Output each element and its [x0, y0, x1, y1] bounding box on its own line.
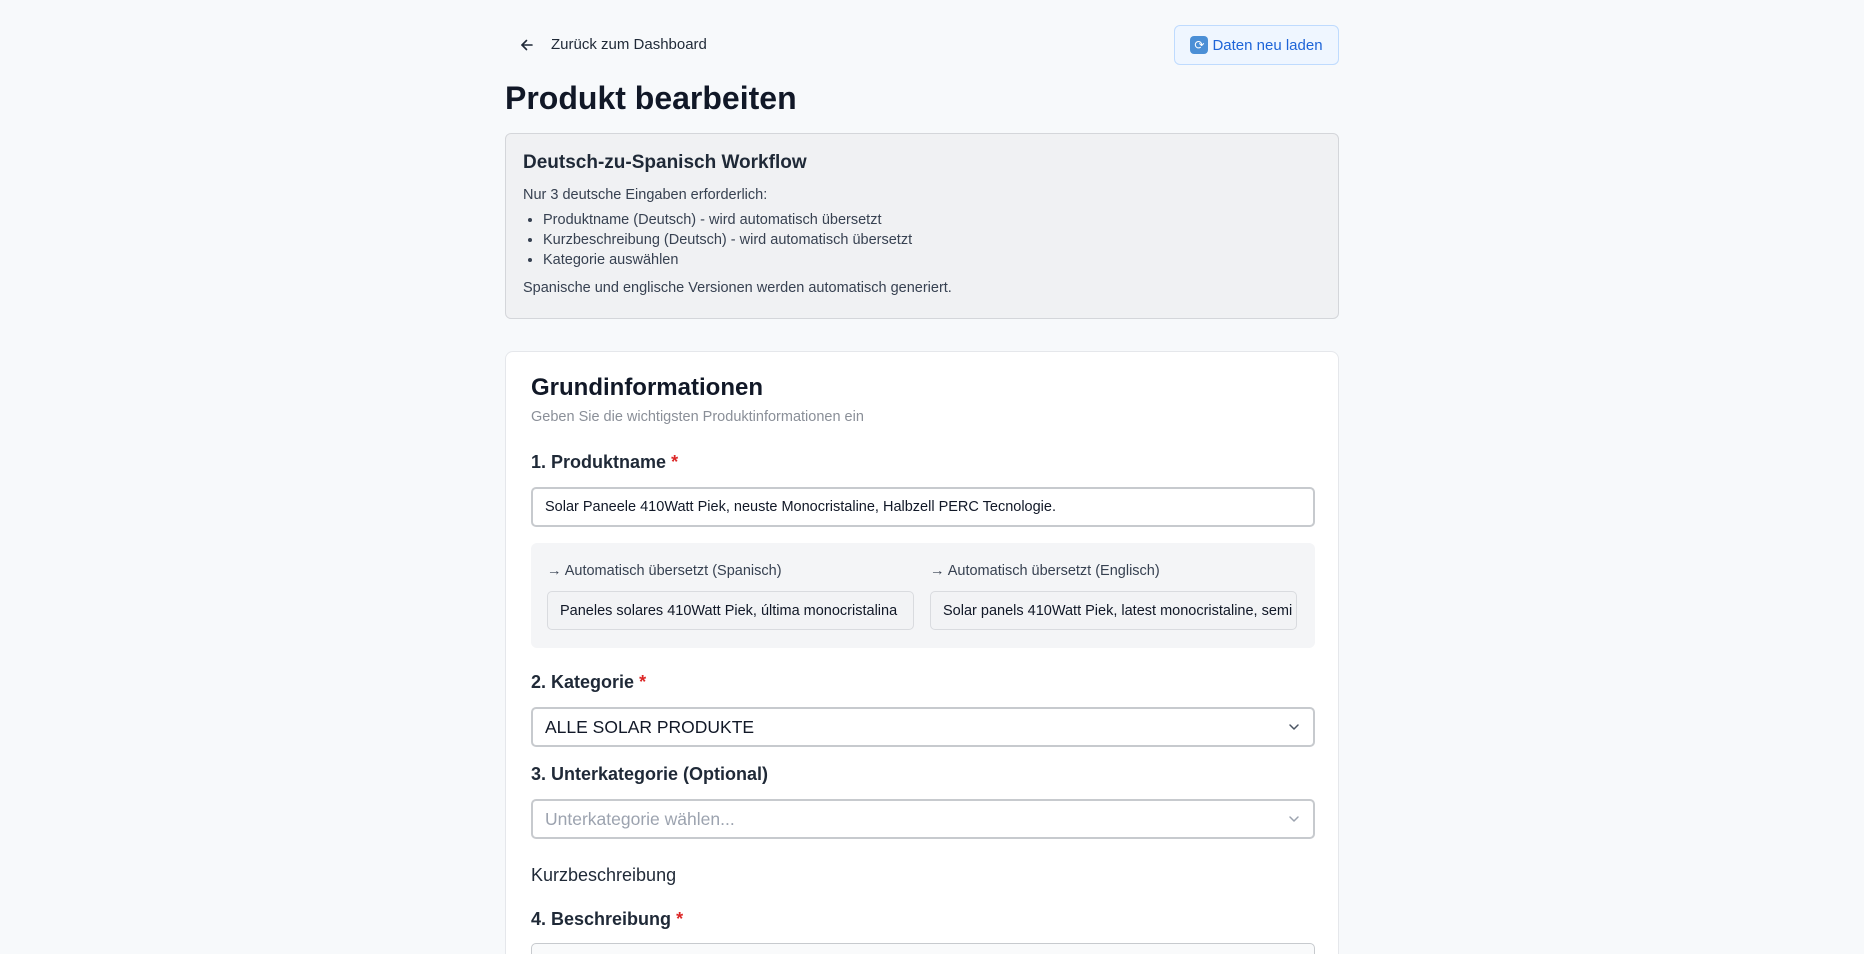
reload-data-button[interactable]: ⟳ Daten neu laden [1174, 25, 1339, 65]
english-translation-field[interactable]: Solar panels 410Watt Piek, latest monocr… [930, 591, 1297, 630]
spanish-translation-value: Paneles solares 410Watt Piek, última mon… [560, 602, 898, 619]
subcategory-select[interactable]: Unterkategorie wählen... [531, 799, 1315, 839]
subcategory-label: 3. Unterkategorie (Optional) [531, 764, 769, 784]
section-title: Grundinformationen [531, 374, 763, 401]
english-translation-value: Solar panels 410Watt Piek, latest monocr… [943, 602, 1293, 619]
description-editor-toolbar[interactable] [531, 943, 1315, 954]
workflow-list-item: Kurzbeschreibung (Deutsch) - wird automa… [543, 230, 1321, 250]
required-marker: * [671, 452, 679, 472]
top-bar: Zurück zum Dashboard ⟳ Daten neu laden [505, 0, 1339, 90]
page-title: Produkt bearbeiten [505, 80, 797, 116]
required-marker: * [639, 672, 647, 692]
product-name-label: 1. Produktname * [531, 452, 678, 473]
workflow-list: Produktname (Deutsch) - wird automatisch… [523, 210, 1321, 270]
workflow-list-item: Kategorie auswählen [543, 250, 1321, 270]
english-translation-label: → Automatisch übersetzt (Englisch) [930, 563, 1160, 579]
arrow-left-icon [521, 39, 533, 50]
workflow-footer: Spanische und englische Versionen werden… [523, 280, 952, 296]
back-link-label: Zurück zum Dashboard [551, 36, 707, 53]
translations-panel: → Automatisch übersetzt (Spanisch) Panel… [531, 543, 1315, 648]
category-label-text: 2. Kategorie [531, 672, 635, 692]
category-selected-value: ALLE SOLAR PRODUKTE [545, 716, 755, 737]
workflow-intro: Nur 3 deutsche Eingaben erforderlich: [523, 187, 768, 203]
description-label: 4. Beschreibung * [531, 909, 683, 930]
category-label: 2. Kategorie * [531, 672, 646, 693]
subcategory-placeholder: Unterkategorie wählen... [545, 808, 735, 829]
chevron-down-icon [1289, 724, 1299, 730]
workflow-list-item: Produktname (Deutsch) - wird automatisch… [543, 210, 1321, 230]
short-description-label: Kurzbeschreibung [531, 865, 677, 885]
spanish-translation-label: → Automatisch übersetzt (Spanisch) [547, 563, 782, 579]
workflow-title: Deutsch-zu-Spanisch Workflow [523, 152, 807, 173]
category-select[interactable]: ALLE SOLAR PRODUKTE [531, 707, 1315, 747]
product-name-input[interactable]: Solar Paneele 410Watt Piek, neuste Monoc… [531, 487, 1315, 527]
page-container: Zurück zum Dashboard ⟳ Daten neu laden P… [505, 0, 1339, 954]
spanish-translation-field[interactable]: Paneles solares 410Watt Piek, última mon… [547, 591, 914, 630]
required-marker: * [676, 909, 684, 929]
description-label-text: 4. Beschreibung [531, 909, 672, 929]
chevron-down-icon [1289, 816, 1299, 822]
section-subtitle: Geben Sie die wichtigsten Produktinforma… [531, 409, 864, 425]
reload-button-label: Daten neu laden [1212, 36, 1323, 54]
refresh-icon: ⟳ [1190, 36, 1209, 54]
product-name-value: Solar Paneele 410Watt Piek, neuste Monoc… [545, 499, 1056, 515]
product-name-label-text: 1. Produktname [531, 452, 667, 472]
workflow-info-box: Deutsch-zu-Spanisch Workflow Nur 3 deuts… [505, 133, 1339, 319]
back-to-dashboard-link[interactable]: Zurück zum Dashboard [519, 36, 707, 53]
basic-info-card: Grundinformationen Geben Sie die wichtig… [505, 351, 1339, 954]
